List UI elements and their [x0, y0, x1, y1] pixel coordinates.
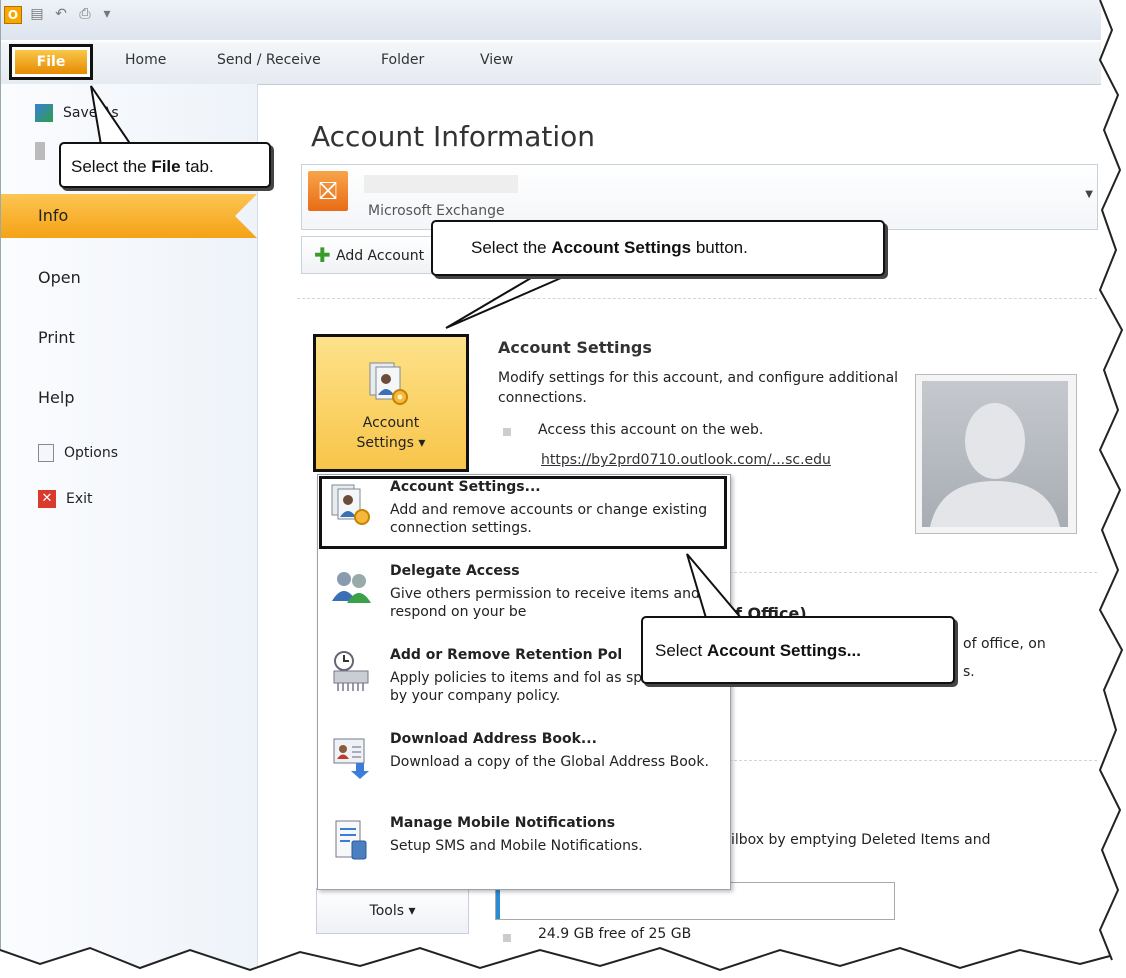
menu-item-desc: Download a copy of the Global Address Bo…	[390, 754, 709, 770]
save-as-item[interactable]: Save As	[35, 104, 119, 122]
outlook-window: O ▤ ↶ ⎙ ▾ Home Send / Receive Folder Vie…	[0, 0, 1101, 978]
tab-send-receive[interactable]: Send / Receive	[217, 52, 321, 68]
quick-access-toolbar: O ▤ ↶ ⎙ ▾	[1, 0, 1101, 40]
access-web-text: Access this account on the web.	[538, 422, 764, 438]
tools-label: Tools ▾	[369, 903, 416, 919]
exchange-icon: ⛝	[308, 171, 348, 211]
menu-item-desc: Setup SMS and Mobile Notifications.	[390, 838, 643, 854]
bullet-icon	[503, 428, 511, 436]
mobile-notifications-icon	[335, 820, 367, 860]
tab-file-label: File	[15, 50, 87, 74]
save-as-icon	[35, 104, 53, 122]
account-settings-button[interactable]: Account Settings ▾	[313, 334, 469, 472]
tab-view[interactable]: View	[480, 52, 513, 68]
ribbon-tabs: Home Send / Receive Folder View	[1, 42, 1101, 85]
divider	[729, 572, 1097, 573]
options-icon	[38, 444, 54, 462]
save-as-label: Save As	[63, 105, 119, 121]
avatar-placeholder-icon	[930, 403, 1060, 527]
nav-item-info-label: Info	[38, 206, 69, 225]
menu-item-mobile-notifications[interactable]: Manage Mobile Notifications Setup SMS an…	[318, 811, 730, 893]
customize-icon[interactable]: ▾	[99, 6, 115, 22]
menu-item-download-address-book[interactable]: Download Address Book... Download a copy…	[318, 727, 730, 809]
add-account-label: Add Account	[336, 248, 425, 264]
callout-file-tab: Select the File tab.	[59, 142, 271, 188]
out-of-office-desc-fragment-2: s.	[963, 664, 975, 680]
web-access-link[interactable]: https://by2prd0710.outlook.com/...sc.edu	[541, 452, 831, 468]
menu-item-title: Download Address Book...	[390, 731, 597, 747]
delegate-users-icon	[332, 572, 371, 603]
outlook-logo-icon: O	[4, 6, 22, 24]
page-title: Account Information	[311, 120, 596, 153]
retention-clock-icon	[333, 651, 369, 691]
exit-icon: ✕	[38, 490, 56, 508]
nav-item-options-label: Options	[64, 445, 119, 461]
plus-icon: ✚	[314, 243, 331, 267]
account-type: Microsoft Exchange	[368, 203, 505, 219]
divider	[729, 760, 1097, 761]
account-settings-button-line2: Settings ▾	[356, 435, 426, 451]
out-of-office-desc-fragment: of office, on	[963, 636, 1046, 652]
menu-item-title: Manage Mobile Notifications	[390, 815, 616, 831]
account-settings-icon	[369, 362, 408, 405]
tab-file[interactable]: File	[9, 44, 93, 80]
nav-item-print-label: Print	[38, 328, 75, 347]
bullet-icon	[503, 934, 511, 942]
address-book-download-icon	[333, 738, 369, 779]
attachments-icon[interactable]	[35, 142, 55, 160]
nav-item-help-label: Help	[38, 388, 75, 407]
divider	[297, 298, 1097, 299]
callout-account-settings-button: Select the Account Settings button.	[431, 220, 885, 276]
chevron-down-icon: ▼	[1085, 189, 1093, 200]
nav-item-info[interactable]: Info	[1, 194, 257, 238]
menu-item-title: Delegate Access	[390, 563, 520, 579]
save-icon[interactable]: ▤	[29, 6, 45, 22]
account-settings-button-line1: Account	[362, 415, 420, 431]
storage-free-text: 24.9 GB free of 25 GB	[538, 926, 692, 942]
menu-item-title: Add or Remove Retention Pol	[390, 647, 623, 663]
nav-item-help[interactable]: Help	[1, 376, 257, 420]
section-title: Account Settings	[498, 338, 652, 357]
nav-item-options[interactable]: Options	[38, 444, 118, 462]
nav-item-open-label: Open	[38, 268, 81, 287]
nav-item-print[interactable]: Print	[1, 316, 257, 360]
add-account-button[interactable]: ✚ Add Account	[301, 236, 441, 274]
callout-account-settings-menu: Select Account Settings...	[641, 616, 955, 684]
profile-photo[interactable]	[915, 374, 1077, 534]
print-icon[interactable]: ⎙	[77, 6, 93, 22]
account-name-redacted	[364, 175, 518, 193]
undo-icon[interactable]: ↶	[53, 6, 69, 22]
nav-item-exit-label: Exit	[66, 491, 93, 507]
cleanup-desc-fragment: ilbox by emptying Deleted Items and	[731, 832, 991, 848]
cleanup-tools-button[interactable]: Tools ▾	[316, 888, 469, 934]
section-description: Modify settings for this account, and co…	[498, 370, 899, 406]
tab-home[interactable]: Home	[125, 52, 166, 68]
menu-item-highlight-box	[319, 476, 727, 549]
tab-folder[interactable]: Folder	[381, 52, 424, 68]
nav-item-open[interactable]: Open	[1, 256, 257, 300]
nav-item-exit[interactable]: ✕ Exit	[38, 490, 93, 508]
